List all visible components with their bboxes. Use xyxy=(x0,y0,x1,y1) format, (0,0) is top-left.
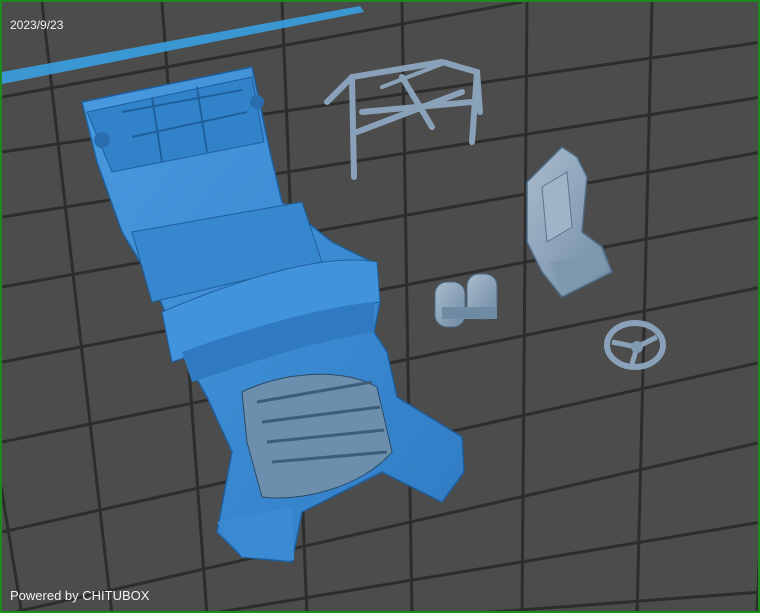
build-plate-scene[interactable] xyxy=(2,2,760,613)
build-plate-grid xyxy=(2,2,758,611)
racing-seat-model[interactable] xyxy=(526,146,613,298)
print-preview-viewport[interactable]: 2023/9/23 Powered by CHITUBOX xyxy=(0,0,760,613)
nitrous-tanks-model[interactable] xyxy=(434,273,498,328)
powered-by-label: Powered by CHITUBOX xyxy=(10,588,150,603)
date-label: 2023/9/23 xyxy=(10,18,64,32)
steering-wheel-model[interactable] xyxy=(604,320,666,370)
